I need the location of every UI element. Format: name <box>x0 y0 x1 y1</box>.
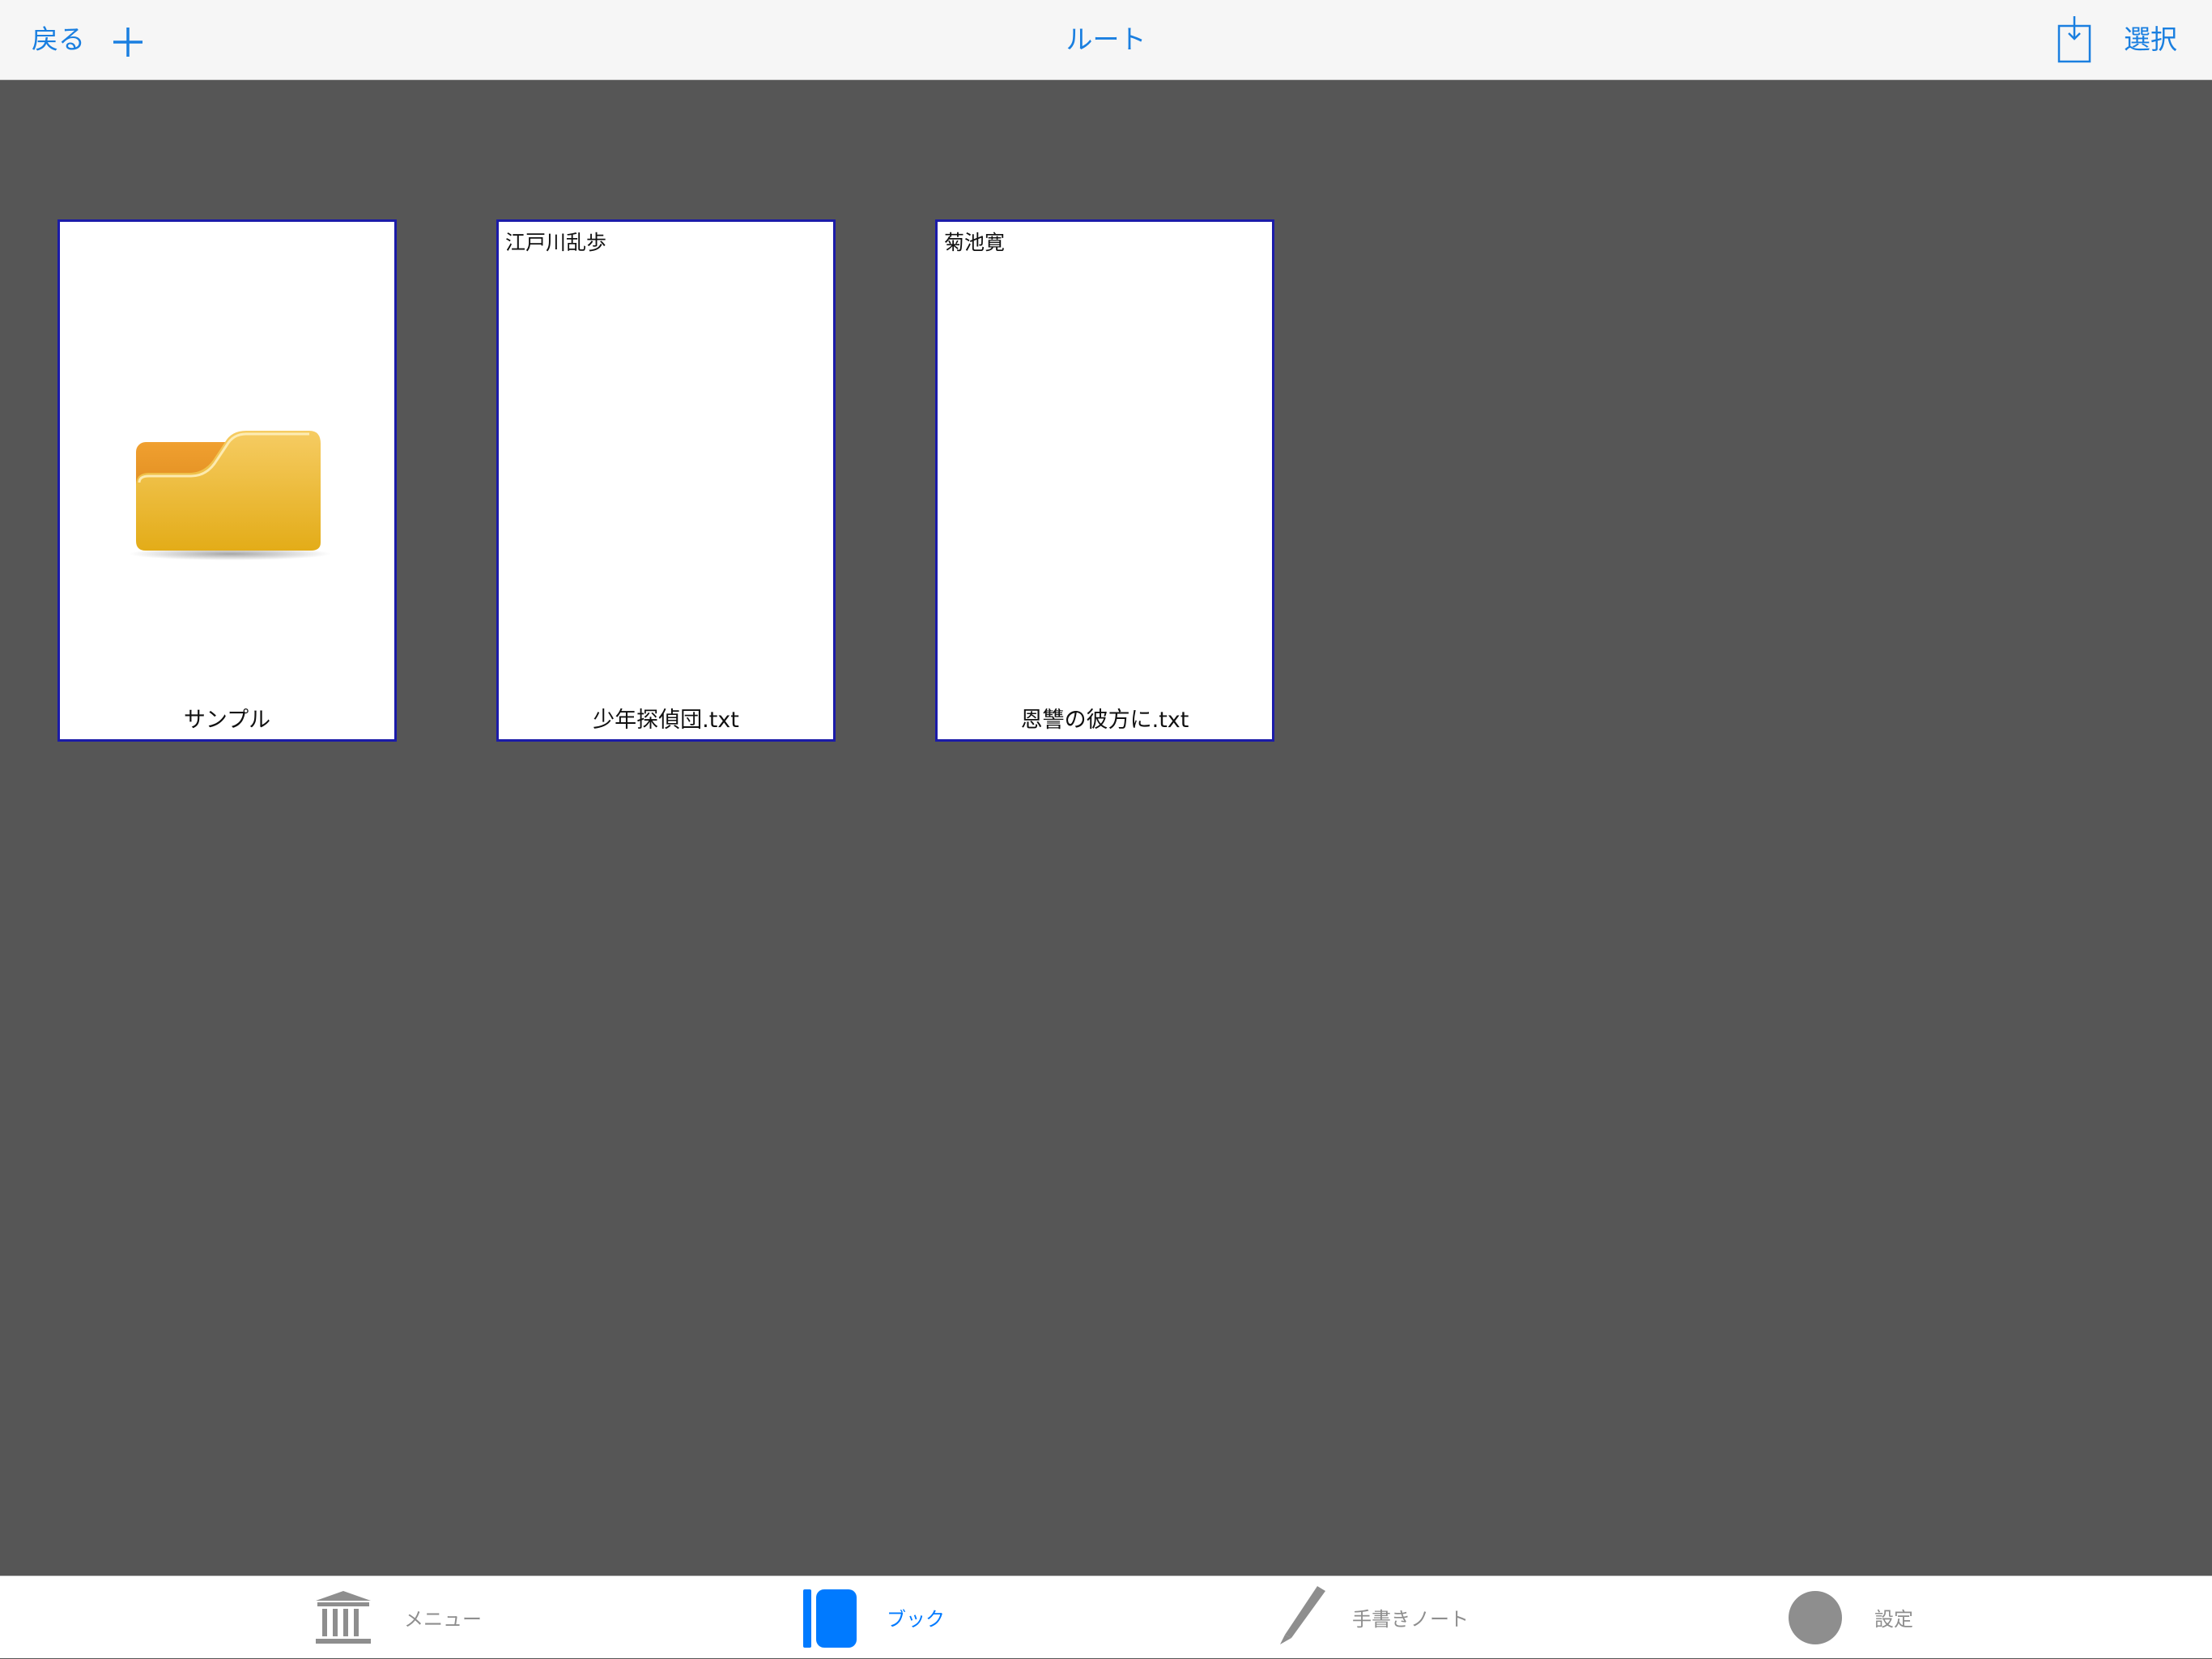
book-grid: サンプル 江戸川乱歩 少年探偵団.txt 菊池寛 恩讐の彼方に.txt <box>0 80 2212 1576</box>
item-name: 恩讐の彼方に.txt <box>1020 708 1189 733</box>
tab-label: メニュー <box>404 1608 482 1631</box>
item-name: 少年探偵団.txt <box>593 708 739 733</box>
navigation-bar: 戻る ルート 選択 <box>0 0 2212 80</box>
tab-bar: メニュー ブック 手書きノート 設定 <box>0 1576 2212 1658</box>
import-icon[interactable] <box>2057 15 2099 63</box>
author-name: 菊池寛 <box>944 231 1006 254</box>
library-icon <box>316 1591 371 1644</box>
pencil-icon <box>1280 1586 1325 1644</box>
select-button[interactable]: 選択 <box>2124 23 2177 57</box>
page-title: ルート <box>1066 23 1146 55</box>
book-item[interactable]: 菊池寛 恩讐の彼方に.txt <box>935 219 1274 742</box>
tab-label: 手書きノート <box>1352 1608 1469 1631</box>
tab-handwritten-notes[interactable]: 手書きノート <box>1267 1576 1478 1659</box>
settings-icon <box>1789 1591 1842 1644</box>
tab-label: ブック <box>887 1608 945 1631</box>
tab-book[interactable]: ブック <box>793 1576 972 1659</box>
folder-icon <box>129 431 331 560</box>
folder-item[interactable]: サンプル <box>57 219 397 742</box>
book-item[interactable]: 江戸川乱歩 少年探偵団.txt <box>496 219 836 742</box>
tab-label: 設定 <box>1874 1608 1913 1631</box>
item-name: サンプル <box>183 708 271 733</box>
author-name: 江戸川乱歩 <box>505 231 607 254</box>
tab-settings[interactable]: 設定 <box>1785 1576 1931 1659</box>
book-icon <box>803 1589 857 1648</box>
tab-menu[interactable]: メニュー <box>308 1576 518 1659</box>
